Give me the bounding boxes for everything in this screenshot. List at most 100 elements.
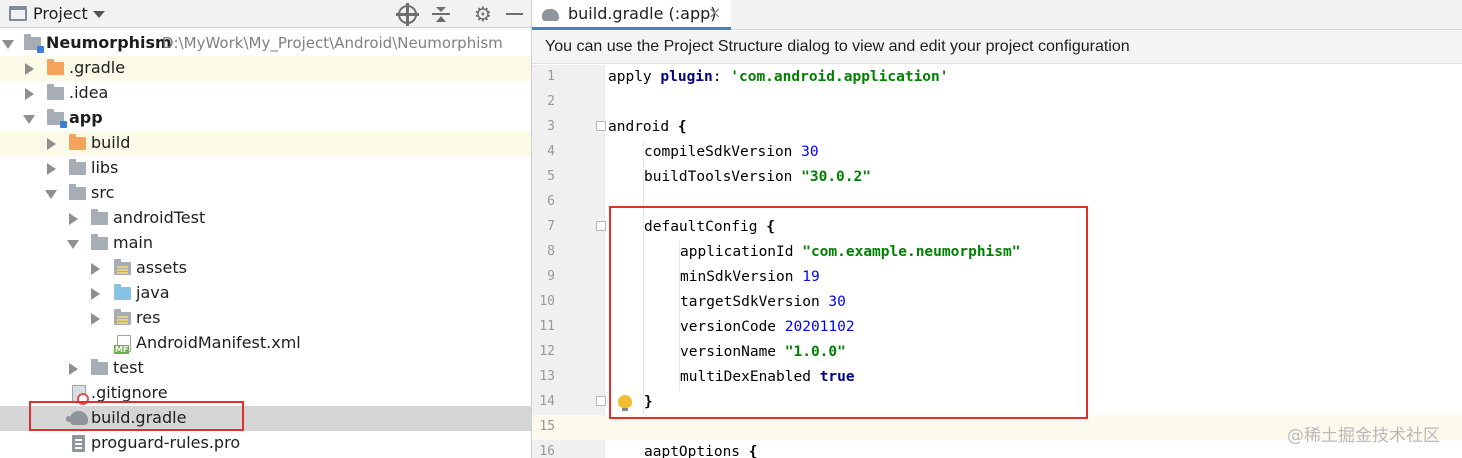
- collapse-icon[interactable]: [431, 5, 451, 24]
- tree-item-main[interactable]: main: [0, 231, 531, 256]
- tree-item-label: .gradle: [69, 58, 126, 77]
- module-folder-icon: [24, 34, 44, 53]
- code-token: :: [712, 69, 731, 85]
- watermark: @稀土掘金技术社区: [1287, 426, 1440, 446]
- code-text: buildToolsVersion "30.0.2": [644, 169, 871, 185]
- tab-build-gradle-app[interactable]: build.gradle (:app) ×: [532, 0, 731, 30]
- code-token: {: [677, 119, 687, 135]
- project-panel-header: Project ⚙: [0, 0, 531, 28]
- resource-folder-icon: [114, 309, 131, 325]
- minimize-icon[interactable]: [506, 13, 523, 15]
- chevron-down-icon[interactable]: [23, 115, 35, 124]
- chevron-down-icon[interactable]: [67, 240, 79, 249]
- code-token: {: [748, 444, 758, 458]
- tree-item-idea[interactable]: .idea: [0, 81, 531, 106]
- manifest-file-icon: MF: [114, 335, 131, 354]
- fold-icon[interactable]: [596, 221, 606, 231]
- line-number: 11: [539, 319, 555, 334]
- chevron-right-icon[interactable]: [25, 63, 34, 75]
- tree-item-label: res: [136, 308, 161, 327]
- code-token: 30: [801, 144, 819, 160]
- tree-item-java[interactable]: java: [0, 281, 531, 306]
- fold-icon[interactable]: [596, 396, 606, 406]
- line-number: 1: [547, 69, 555, 84]
- chevron-right-icon[interactable]: [69, 363, 78, 375]
- code-line[interactable]: 2: [532, 90, 1462, 115]
- folder-icon: [69, 184, 86, 200]
- line-number: 9: [547, 269, 555, 284]
- tree-item-label: app: [69, 108, 103, 127]
- highlight-box-build-gradle: [29, 401, 244, 431]
- tree-item-label: .idea: [69, 83, 109, 102]
- tree-item-label: build: [91, 133, 131, 152]
- code-token: plugin: [660, 69, 713, 85]
- chevron-right-icon[interactable]: [47, 138, 56, 150]
- code-token: apply: [608, 69, 661, 85]
- line-number: 16: [539, 444, 555, 458]
- code-token: aaptOptions: [644, 444, 749, 458]
- tree-item-test[interactable]: test: [0, 356, 531, 381]
- tree-item-label: .gitignore: [91, 383, 168, 402]
- tree-item-res[interactable]: res: [0, 306, 531, 331]
- code-token: android: [608, 119, 678, 135]
- folder-icon: [91, 209, 108, 225]
- highlight-box-default-config: [609, 206, 1088, 419]
- code-text: compileSdkVersion 30: [644, 144, 819, 160]
- tree-item-assets[interactable]: assets: [0, 256, 531, 281]
- tree-item-src[interactable]: src: [0, 181, 531, 206]
- close-icon[interactable]: ×: [708, 3, 721, 22]
- chevron-down-icon[interactable]: [2, 40, 14, 49]
- line-number: 10: [539, 294, 555, 309]
- folder-icon: [69, 134, 86, 150]
- tree-item-app[interactable]: app: [0, 106, 531, 131]
- dropdown-icon[interactable]: [93, 11, 105, 18]
- code-text: android {: [608, 119, 687, 135]
- tree-item-label: libs: [91, 158, 119, 177]
- gradle-icon: [542, 9, 559, 21]
- chevron-right-icon[interactable]: [91, 313, 100, 325]
- line-number: 12: [539, 344, 555, 359]
- chevron-right-icon[interactable]: [91, 263, 100, 275]
- tree-item-label: Neumorphism: [46, 33, 172, 52]
- tree-item-androidmanifest[interactable]: MF AndroidManifest.xml: [0, 331, 531, 356]
- code-line[interactable]: 3 android {: [532, 115, 1462, 140]
- tab-label: build.gradle (:app): [568, 4, 717, 23]
- tree-item-label: AndroidManifest.xml: [136, 333, 301, 352]
- ignore-file-icon: [72, 385, 89, 405]
- tree-item-proguard-rules[interactable]: proguard-rules.pro: [0, 431, 531, 456]
- folder-icon: [47, 59, 64, 75]
- folder-icon: [91, 234, 108, 250]
- chevron-down-icon[interactable]: [45, 190, 57, 199]
- tree-item-label: assets: [136, 258, 187, 277]
- line-number: 2: [547, 94, 555, 109]
- chevron-right-icon[interactable]: [69, 213, 78, 225]
- tree-item-label: java: [136, 283, 170, 302]
- tree-item-neumorphism[interactable]: Neumorphism D:\MyWork\My_Project\Android…: [0, 31, 531, 56]
- line-number: 14: [539, 394, 555, 409]
- tree-item-gradle-dir[interactable]: .gradle: [0, 56, 531, 81]
- tree-item-androidtest[interactable]: androidTest: [0, 206, 531, 231]
- tree-item-label: src: [91, 183, 115, 202]
- folder-icon: [69, 159, 86, 175]
- chevron-right-icon[interactable]: [25, 88, 34, 100]
- code-line[interactable]: 5 buildToolsVersion "30.0.2": [532, 165, 1462, 190]
- code-token: buildToolsVersion: [644, 169, 802, 185]
- project-view-selector[interactable]: Project: [33, 4, 88, 23]
- tree-item-label: proguard-rules.pro: [91, 433, 241, 452]
- locate-icon[interactable]: [396, 3, 419, 26]
- line-number: 13: [539, 369, 555, 384]
- fold-icon[interactable]: [596, 121, 606, 131]
- notification-text: You can use the Project Structure dialog…: [545, 38, 1130, 55]
- window-icon: [9, 6, 27, 21]
- tree-item-label: main: [113, 233, 153, 252]
- code-line[interactable]: 1 apply plugin: 'com.android.application…: [532, 65, 1462, 90]
- line-number: 4: [547, 144, 555, 159]
- chevron-right-icon[interactable]: [47, 163, 56, 175]
- line-number: 5: [547, 169, 555, 184]
- chevron-right-icon[interactable]: [91, 288, 100, 300]
- source-folder-icon: [114, 284, 131, 300]
- tree-item-libs[interactable]: libs: [0, 156, 531, 181]
- code-line[interactable]: 4 compileSdkVersion 30: [532, 140, 1462, 165]
- gear-icon[interactable]: ⚙: [474, 4, 492, 24]
- tree-item-build[interactable]: build: [0, 131, 531, 156]
